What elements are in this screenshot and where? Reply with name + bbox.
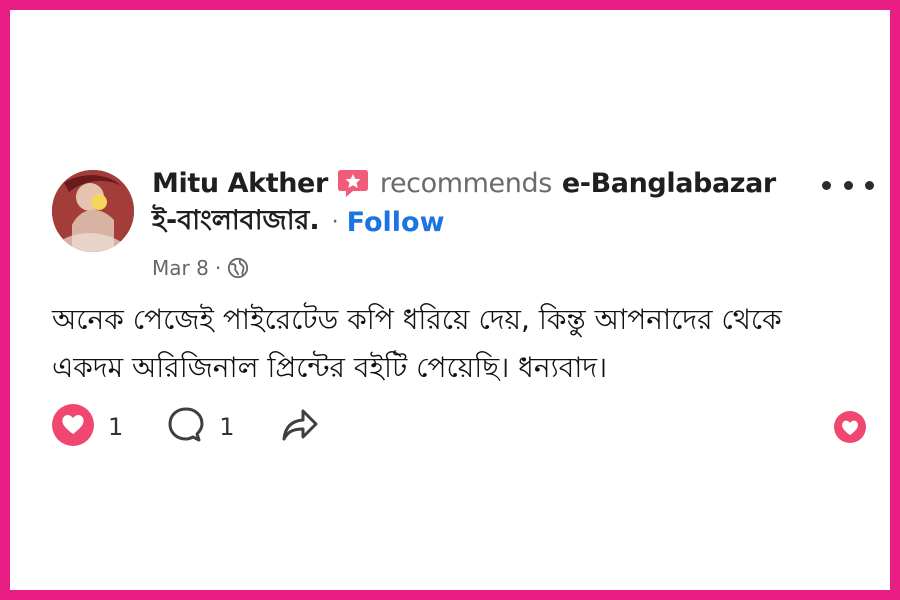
more-options-icon[interactable] [822,170,874,200]
post-header-line-1: Mitu Akther recommends e-Banglabazar [152,162,776,204]
reaction-count: 1 [108,413,124,441]
review-card-frame: Mitu Akther recommends e-Banglabazar ই-ব… [0,0,900,600]
author-name[interactable]: Mitu Akther [152,168,328,199]
post-date[interactable]: Mar 8 [152,256,209,280]
page-name[interactable]: e-Banglabazar [562,168,776,199]
author-avatar[interactable] [52,170,134,252]
more-dot-3 [865,180,874,190]
more-dot-1 [822,180,831,190]
comment-icon [165,404,207,450]
post-actions: 1 1 [50,402,321,452]
post-text: অনেক পেজেই পাইরেটেড কপি ধরিয়ে দেয়, কিন… [52,303,782,384]
follow-button[interactable]: Follow [347,207,445,238]
post-header-line-2: ই-বাংলাবাজার. · Follow [152,200,445,244]
more-dot-2 [843,180,853,190]
share-button[interactable] [279,404,321,450]
globe-icon[interactable] [227,257,249,279]
meta-separator: · [214,256,222,280]
post-meta: Mar 8 · [152,252,249,284]
reaction-summary[interactable]: 1 [50,402,123,452]
avatar-image [52,170,134,252]
comment-button[interactable]: 1 [165,404,235,450]
share-icon [279,404,321,450]
header-separator: · [331,209,339,235]
love-reaction-button[interactable] [832,409,868,445]
comment-count: 1 [219,413,235,441]
love-reaction-icon [50,402,96,452]
recommendation-badge-icon [336,166,370,200]
heart-icon [834,411,866,443]
page-name-local[interactable]: ই-বাংলাবাজার. [152,200,320,245]
recommends-label: recommends [379,167,552,199]
